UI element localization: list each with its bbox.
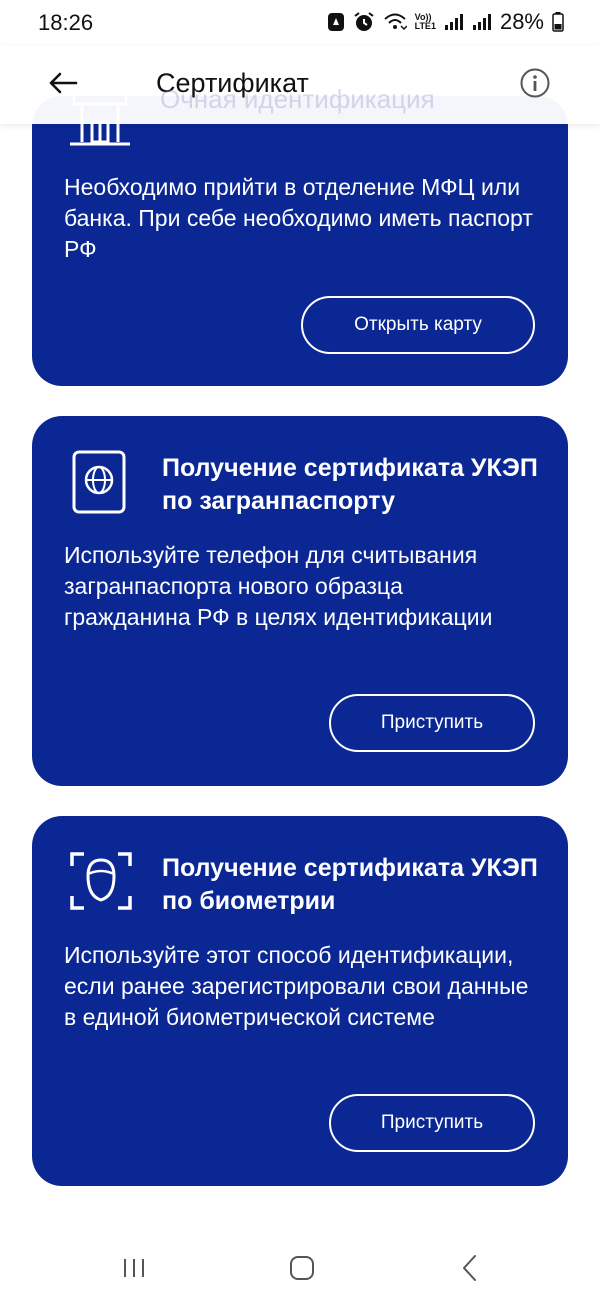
info-button[interactable]	[516, 66, 554, 104]
card-description: Необходимо прийти в отделение МФЦ или ба…	[64, 174, 533, 262]
card-title: Получение сертификата УКЭП по загранпасп…	[162, 454, 538, 515]
passport-icon	[68, 450, 128, 521]
battery-percent: 28%	[499, 9, 544, 34]
start-passport-button[interactable]: Приступить	[329, 694, 535, 752]
page-title: Сертификат	[156, 68, 309, 98]
battery-icon	[552, 12, 564, 32]
status-time: 18:26	[38, 10, 94, 35]
card-title: Получение сертификата УКЭП по биометрии	[162, 854, 538, 915]
card-passport: Получение сертификата УКЭП по загранпасп…	[32, 416, 568, 786]
system-nav-bar	[0, 1230, 600, 1299]
network-type: Vo)) LTE1	[415, 13, 436, 31]
card-in-person: Необходимо прийти в отделение МФЦ или ба…	[32, 92, 568, 386]
signal-icon-2	[472, 13, 492, 31]
back-icon	[460, 1254, 480, 1287]
arrow-left-icon	[48, 71, 78, 100]
face-scan-icon	[68, 848, 134, 919]
notification-icon	[327, 12, 345, 32]
info-icon	[519, 67, 551, 104]
home-button[interactable]	[282, 1252, 322, 1288]
wifi-icon	[383, 12, 407, 32]
open-map-button[interactable]: Открыть карту	[301, 296, 535, 354]
card-description: Используйте этот способ идентификации, е…	[64, 942, 529, 1030]
start-biometrics-button[interactable]: Приступить	[329, 1094, 535, 1152]
status-icons: Vo)) LTE1 28%	[327, 9, 564, 35]
back-button[interactable]	[44, 66, 82, 104]
recent-apps-icon	[121, 1257, 147, 1284]
home-icon	[289, 1255, 315, 1286]
signal-icon	[444, 13, 464, 31]
card-description: Используйте телефон для считывания загра…	[64, 542, 493, 630]
alarm-icon	[353, 11, 375, 33]
status-bar: 18:26 Vo)) LTE1 28%	[0, 0, 600, 46]
system-back-button[interactable]	[450, 1252, 490, 1288]
card-biometrics: Получение сертификата УКЭП по биометрии …	[32, 816, 568, 1186]
app-bar: Очная идентификация Сертификат	[0, 46, 600, 124]
recent-apps-button[interactable]	[114, 1252, 154, 1288]
network-bottom-label: LTE1	[414, 21, 436, 31]
